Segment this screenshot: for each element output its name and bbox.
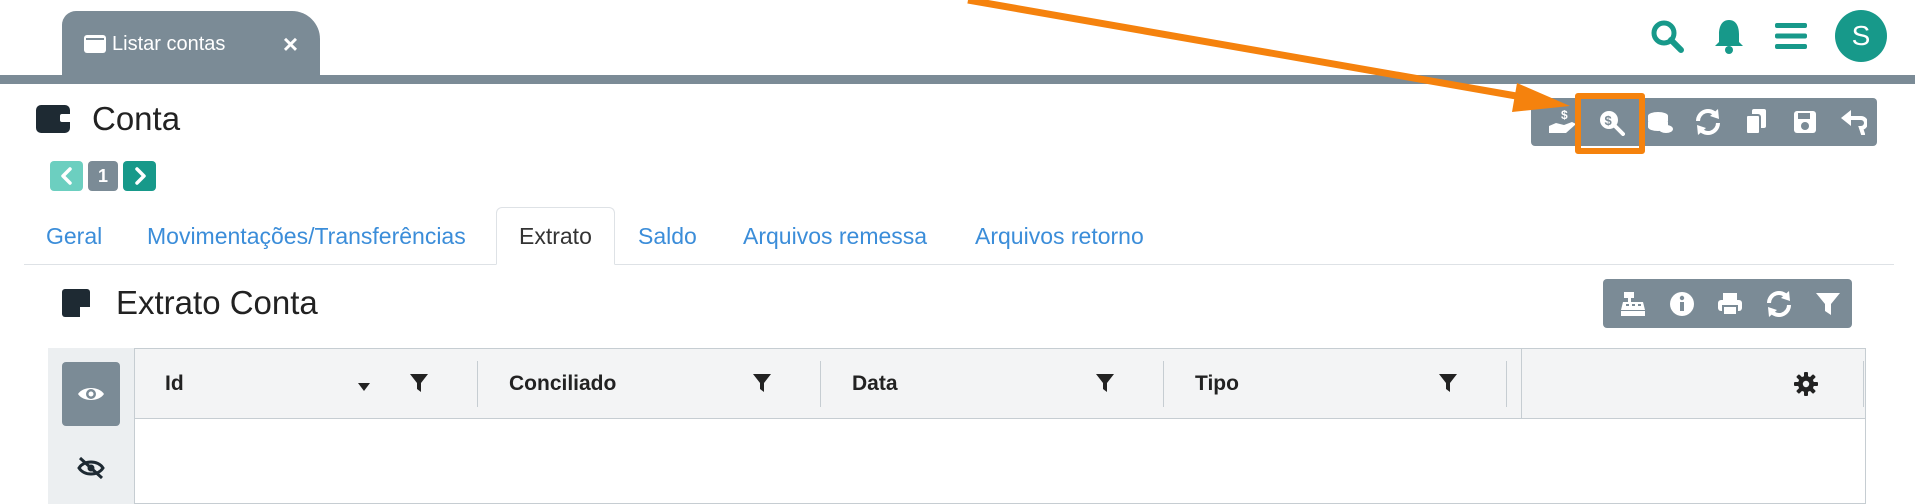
print-icon[interactable] [1706, 279, 1755, 328]
top-bar: Listar contas × S [0, 0, 1915, 84]
pager: 1 [50, 161, 156, 191]
svg-text:$: $ [1561, 108, 1568, 122]
pager-prev-button[interactable] [50, 161, 83, 191]
eye-slash-icon[interactable] [62, 436, 120, 500]
search-icon[interactable] [1649, 18, 1685, 54]
avatar[interactable]: S [1835, 10, 1887, 62]
tab-geral[interactable]: Geral [46, 207, 102, 265]
filter-icon[interactable] [409, 373, 429, 398]
column-separator [1521, 349, 1522, 419]
wallet-icon [36, 105, 70, 133]
section-title: Extrato Conta [116, 284, 318, 321]
page-title: Conta [92, 100, 181, 137]
pager-current-page[interactable]: 1 [88, 161, 118, 191]
wallet-tab-icon [84, 35, 106, 53]
tab-listar-contas[interactable]: Listar contas × [62, 11, 320, 77]
top-bar-divider [0, 75, 1915, 84]
menu-icon[interactable] [1773, 18, 1809, 54]
highlight-box [1575, 93, 1645, 154]
column-header-data[interactable]: Data [852, 349, 898, 419]
tab-arquivos-retorno[interactable]: Arquivos retorno [975, 207, 1144, 265]
data-grid: Id Conciliado Data Tipo [134, 348, 1866, 504]
column-header-conciliado[interactable]: Conciliado [509, 349, 616, 419]
filter-icon[interactable] [1438, 373, 1458, 398]
sync-icon[interactable] [1755, 279, 1804, 328]
sort-desc-icon[interactable] [357, 379, 371, 397]
save-icon[interactable] [1780, 98, 1828, 146]
column-separator [1863, 361, 1864, 407]
column-header-tipo[interactable]: Tipo [1195, 349, 1239, 419]
column-separator [1506, 361, 1507, 407]
cash-register-icon[interactable] [1609, 279, 1658, 328]
tab-arquivos-remessa[interactable]: Arquivos remessa [743, 207, 927, 265]
sync-icon[interactable] [1684, 98, 1732, 146]
column-visibility-strip [48, 348, 134, 504]
close-icon[interactable]: × [283, 31, 298, 57]
undo-icon[interactable] [1829, 98, 1877, 146]
pager-next-button[interactable] [123, 161, 156, 191]
tab-bar: Geral Movimentações/Transferências Extra… [24, 207, 1894, 265]
column-separator [1163, 361, 1164, 407]
info-icon[interactable] [1658, 279, 1707, 328]
column-separator [477, 361, 478, 407]
tab-label: Listar contas [112, 32, 226, 55]
sticky-note-icon [62, 289, 90, 317]
copy-icon[interactable] [1732, 98, 1780, 146]
filter-icon[interactable] [752, 373, 772, 398]
tab-extrato[interactable]: Extrato [496, 207, 615, 265]
filter-icon[interactable] [1803, 279, 1852, 328]
tab-saldo[interactable]: Saldo [638, 207, 697, 265]
eye-icon[interactable] [62, 362, 120, 426]
section-toolbar [1603, 279, 1852, 328]
tab-movimentacoes[interactable]: Movimentações/Transferências [147, 207, 466, 265]
bell-icon[interactable] [1711, 18, 1747, 54]
column-separator [820, 361, 821, 407]
grid-header: Id Conciliado Data Tipo [135, 349, 1865, 419]
gear-icon[interactable] [1794, 372, 1818, 401]
filter-icon[interactable] [1095, 373, 1115, 398]
column-header-id[interactable]: Id [165, 349, 184, 419]
